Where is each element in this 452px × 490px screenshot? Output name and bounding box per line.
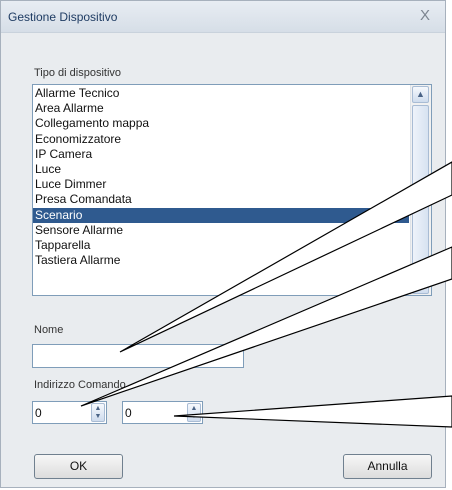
callout-stepper-2 [173,395,452,428]
callout-lines [80,161,452,428]
